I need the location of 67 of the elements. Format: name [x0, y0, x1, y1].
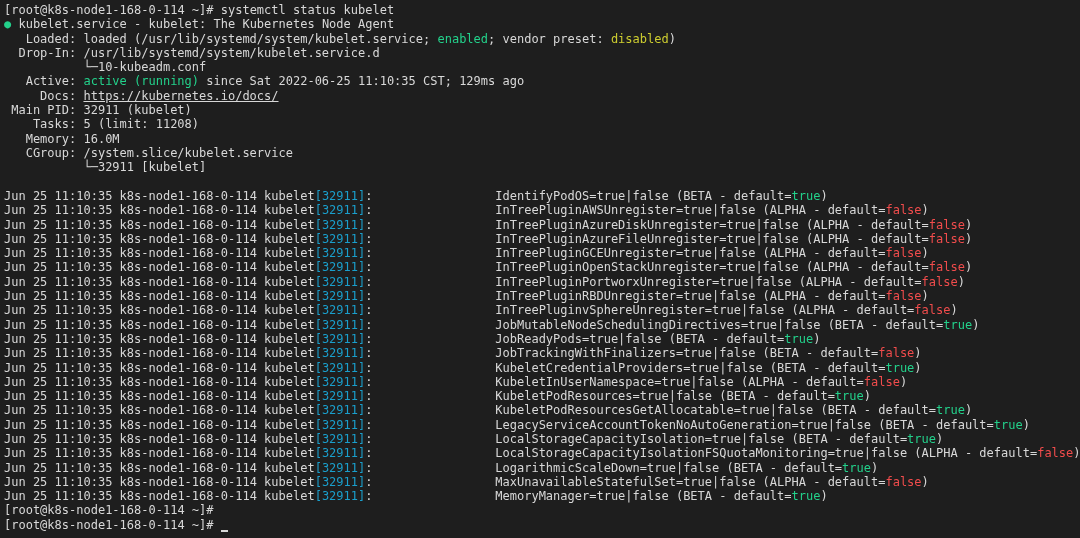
field-label: Memory:	[25, 131, 77, 146]
field-label: Docs:	[40, 88, 77, 104]
log-prefix: Jun 25 11:10:35 k8s-node1-168-0-114 kubelet[32911]:	[4, 346, 373, 361]
log-prefix: Jun 25 11:10:35 k8s-node1-168-0-114 kubelet[32911]:	[4, 489, 373, 504]
log-message: LogarithmicScaleDown=true|false (BETA - default=true)	[495, 460, 879, 475]
field-label: Drop-In:	[18, 45, 77, 61]
log-message: InTreePluginOpenStackUnregister=true|false (ALPHA - default=false)	[495, 260, 973, 275]
field-value: loaded (/usr/lib/systemd/system/kubelet.service; enabled; vendor preset: disabled)	[83, 31, 676, 46]
log-prefix: Jun 25 11:10:35 k8s-node1-168-0-114 kubelet[32911]:	[4, 417, 373, 432]
field-label: Tasks:	[32, 117, 77, 132]
log-prefix: Jun 25 11:10:35 k8s-node1-168-0-114 kubelet[32911]:	[4, 231, 373, 247]
log-message: LegacyServiceAccountTokenNoAutoGeneration=true|false (BETA - default=true)	[495, 417, 1030, 432]
log-prefix: Jun 25 11:10:35 k8s-node1-168-0-114 kubelet[32911]:	[4, 446, 373, 461]
log-message: InTreePluginRBDUnregister=true|false (ALPHA - default=false)	[495, 289, 929, 304]
log-message: InTreePluginGCEUnregister=true|false (ALPHA - default=false)	[495, 246, 929, 261]
log-prefix: Jun 25 11:10:35 k8s-node1-168-0-114 kubelet[32911]:	[4, 374, 373, 390]
log-message: IdentifyPodOS=true|false (BETA - default=true)	[495, 188, 828, 204]
log-message: InTreePluginvSphereUnregister=true|false (ALPHA - default=false)	[495, 303, 958, 318]
log-prefix: Jun 25 11:10:35 k8s-node1-168-0-114 kubelet[32911]:	[4, 203, 373, 218]
log-message: JobTrackingWithFinalizers=true|false (BETA - default=false)	[495, 346, 922, 361]
log-prefix: Jun 25 11:10:35 k8s-node1-168-0-114 kubelet[32911]:	[4, 460, 373, 475]
shell-prompt: [root@k8s-node1-168-0-114 ~]#	[4, 503, 214, 518]
log-prefix: Jun 25 11:10:35 k8s-node1-168-0-114 kubelet[32911]:	[4, 474, 373, 490]
field-value: └─32911 [kubelet]	[83, 160, 207, 175]
log-message: MaxUnavailableStatefulSet=true|false (ALPHA - default=false)	[495, 474, 929, 490]
log-message: InTreePluginAzureDiskUnregister=true|false (ALPHA - default=false)	[495, 217, 973, 232]
log-message: KubeletInUserNamespace=true|false (ALPHA - default=false)	[495, 374, 908, 390]
field-label: Active:	[25, 74, 77, 89]
field-value: active (running) since Sat 2022-06-25 11:10:35 CST; 129ms ago	[83, 74, 525, 89]
field-value: 32911 (kubelet)	[83, 103, 192, 118]
field-value: 16.0M	[83, 131, 120, 146]
log-prefix: Jun 25 11:10:35 k8s-node1-168-0-114 kubelet[32911]:	[4, 331, 373, 347]
docs-link[interactable]: https://kubernetes.io/docs/	[83, 88, 279, 104]
log-message: JobMutableNodeSchedulingDirectives=true|false (BETA - default=true)	[495, 317, 980, 332]
log-message: InTreePluginPortworxUnregister=true|false (ALPHA - default=false)	[495, 274, 965, 290]
log-prefix: Jun 25 11:10:35 k8s-node1-168-0-114 kubelet[32911]:	[4, 274, 373, 290]
shell-command: [root@k8s-node1-168-0-114 ~]# systemctl status kubelet	[4, 3, 395, 18]
log-prefix: Jun 25 11:10:35 k8s-node1-168-0-114 kubelet[32911]:	[4, 289, 373, 304]
log-message: MemoryManager=true|false (BETA - default=true)	[495, 489, 828, 504]
log-message: InTreePluginAzureFileUnregister=true|false (ALPHA - default=false)	[495, 231, 973, 247]
log-prefix: Jun 25 11:10:35 k8s-node1-168-0-114 kubelet[32911]:	[4, 389, 373, 404]
log-message: JobReadyPods=true|false (BETA - default=true)	[495, 331, 821, 347]
log-prefix: Jun 25 11:10:35 k8s-node1-168-0-114 kubelet[32911]:	[4, 246, 373, 261]
log-prefix: Jun 25 11:10:35 k8s-node1-168-0-114 kubelet[32911]:	[4, 360, 373, 375]
shell-prompt: [root@k8s-node1-168-0-114 ~]#	[4, 517, 214, 533]
log-message: LocalStorageCapacityIsolationFSQuotaMonitoring=true|false (ALPHA - default=false)	[495, 446, 1080, 461]
field-value: 5 (limit: 11208)	[83, 117, 200, 132]
log-prefix: Jun 25 11:10:35 k8s-node1-168-0-114 kubelet[32911]:	[4, 217, 373, 232]
log-prefix: Jun 25 11:10:35 k8s-node1-168-0-114 kubelet[32911]:	[4, 188, 373, 204]
field-label: Loaded:	[25, 31, 77, 46]
field-value: /usr/lib/systemd/system/kubelet.service.d	[83, 45, 380, 60]
log-prefix: Jun 25 11:10:35 k8s-node1-168-0-114 kubelet[32911]:	[4, 303, 373, 318]
log-prefix: Jun 25 11:10:35 k8s-node1-168-0-114 kubelet[32911]:	[4, 432, 373, 447]
log-prefix: Jun 25 11:10:35 k8s-node1-168-0-114 kubelet[32911]:	[4, 317, 373, 332]
log-prefix: Jun 25 11:10:35 k8s-node1-168-0-114 kubelet[32911]:	[4, 403, 373, 418]
field-label: Main PID:	[11, 103, 77, 118]
log-prefix: Jun 25 11:10:35 k8s-node1-168-0-114 kubelet[32911]:	[4, 260, 373, 275]
log-message: KubeletPodResourcesGetAllocatable=true|false (BETA - default=true)	[495, 403, 973, 418]
log-message: InTreePluginAWSUnregister=true|false (ALPHA - default=false)	[495, 203, 929, 218]
field-label: CGroup:	[25, 145, 77, 161]
log-message: LocalStorageCapacityIsolation=true|false (BETA - default=true)	[495, 432, 944, 447]
field-value: /system.slice/kubelet.service	[83, 145, 293, 160]
status-dot-icon: ●	[4, 17, 12, 32]
log-message: KubeletCredentialProviders=true|false (BETA - default=true)	[495, 360, 922, 375]
field-value: └─10-kubeadm.conf	[83, 60, 207, 75]
unit-title: kubelet.service - kubelet: The Kubernetes Node Agent	[18, 17, 395, 32]
log-message: KubeletPodResources=true|false (BETA - default=true)	[495, 389, 871, 404]
